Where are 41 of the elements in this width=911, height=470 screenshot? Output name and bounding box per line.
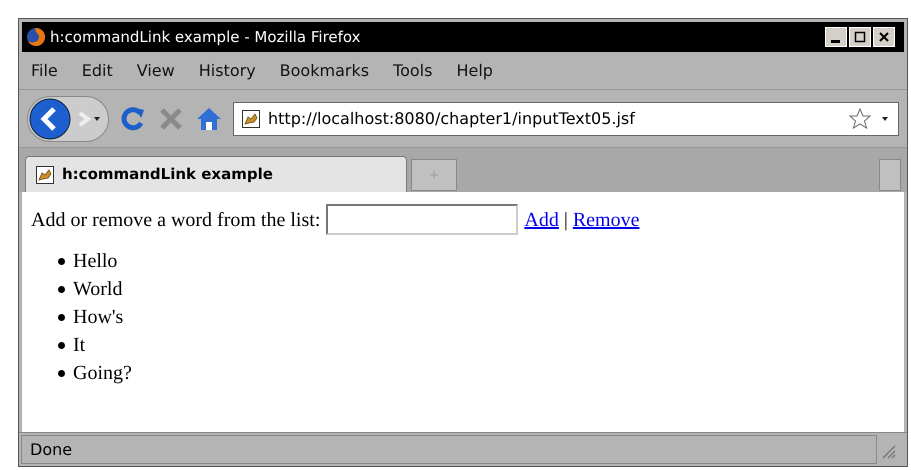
minimize-button[interactable] [825,27,847,47]
reload-icon[interactable] [119,104,147,132]
site-icon [242,110,260,128]
bullet-icon [58,370,65,376]
menu-item[interactable]: Help [456,58,493,82]
add-link[interactable]: Add [524,204,559,234]
close-icon [878,31,890,43]
menu-item[interactable]: Bookmarks [280,58,370,82]
list-item: It [73,333,86,358]
menu-item[interactable]: History [198,58,256,82]
dropdown-caret-icon[interactable] [880,114,890,122]
list-item: Hello [73,249,118,274]
maximize-button[interactable] [849,27,871,47]
menu-item[interactable]: Edit [82,58,113,82]
url-text: http://localhost:8080/chapter1/inputText05.jsf [268,108,636,130]
back-forward-buttons[interactable] [27,96,109,142]
browser-tab[interactable]: h:commandLink example [25,156,407,192]
list-item: World [73,277,122,302]
separator-text: | [564,208,568,232]
maximize-icon [854,31,866,43]
firefox-logo-icon [26,27,46,47]
tab-icon [36,166,54,184]
bullet-icon [58,314,65,320]
menu-item[interactable]: View [136,58,175,82]
menu-item[interactable]: Tools [393,58,432,82]
window-title: h:commandLink example - Mozilla Firefox [50,26,362,48]
status-bar: Done [21,435,877,464]
address-bar[interactable]: http://localhost:8080/chapter1/inputText05.jsf [233,102,899,136]
word-input-field[interactable] [326,204,518,235]
remove-link[interactable]: Remove [572,204,640,234]
prompt-text: Add or remove a word from the list: [31,208,320,232]
star-icon[interactable] [848,106,872,130]
bullet-icon [58,286,65,292]
bullet-icon [58,342,65,348]
bullet-icon [58,258,65,264]
plus-icon [429,170,439,180]
menu-item[interactable]: File [31,58,58,82]
close-button[interactable] [873,27,895,47]
list-item: How's [73,305,124,330]
minimize-icon [830,40,842,42]
list-item: Going? [73,361,132,386]
